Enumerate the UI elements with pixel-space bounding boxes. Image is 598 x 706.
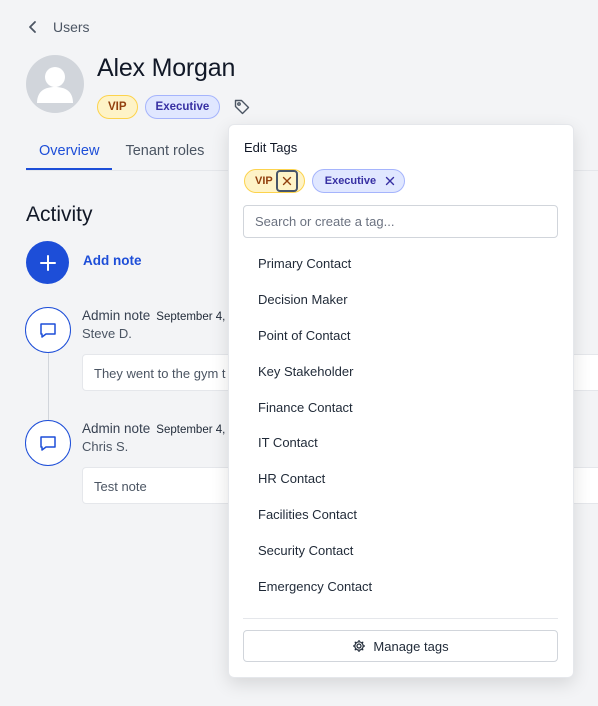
manage-tags-label: Manage tags	[373, 638, 449, 654]
tag-option[interactable]: IT Contact	[243, 425, 558, 461]
plus-icon	[39, 254, 56, 271]
user-silhouette-icon	[37, 67, 73, 103]
back-link[interactable]: Users	[26, 16, 90, 38]
tag-option[interactable]: Primary Contact	[243, 246, 558, 282]
note-header: Admin note September 4,	[82, 421, 225, 436]
note-type: Admin note	[82, 421, 151, 436]
avatar	[26, 55, 84, 113]
tag-options-list: Primary Contact Decision Maker Point of …	[243, 246, 558, 604]
speech-bubble-icon	[40, 323, 56, 338]
timeline-connector	[48, 352, 49, 420]
note-header: Admin note September 4,	[82, 308, 225, 323]
speech-bubble-icon	[40, 436, 56, 451]
tag-option[interactable]: Security Contact	[243, 532, 558, 568]
divider	[243, 618, 558, 619]
tag-option[interactable]: Finance Contact	[243, 389, 558, 425]
note-icon	[25, 420, 71, 466]
tag-chip-executive: Executive	[144, 95, 221, 119]
remove-tag-vip-button[interactable]	[275, 170, 298, 192]
selected-tag-label: VIP	[255, 175, 273, 187]
user-name: Alex Morgan	[97, 54, 236, 82]
note-date: September 4,	[156, 424, 226, 436]
tag-icon[interactable]	[233, 98, 251, 116]
edit-tags-popover: Edit Tags VIP Executive Primary Contact …	[228, 124, 574, 678]
tag-option[interactable]: HR Contact	[243, 461, 558, 497]
tab-overview[interactable]: Overview	[26, 132, 113, 170]
tag-search-input[interactable]	[243, 205, 558, 238]
note-date: September 4,	[156, 311, 226, 323]
activity-title: Activity	[26, 203, 93, 226]
selected-tags: VIP Executive	[244, 169, 406, 193]
selected-tag-label: Executive	[324, 175, 377, 187]
tab-tenant-roles[interactable]: Tenant roles	[112, 132, 217, 170]
note-icon	[25, 307, 71, 353]
selected-tag-executive: Executive	[311, 169, 406, 193]
gear-icon	[353, 640, 366, 652]
tag-chip-vip: VIP	[97, 95, 138, 119]
note-type: Admin note	[82, 308, 151, 323]
tag-option[interactable]: Decision Maker	[243, 282, 558, 318]
tag-option[interactable]: Point of Contact	[243, 318, 558, 354]
user-tags: VIP Executive	[97, 95, 221, 119]
selected-tag-vip: VIP	[244, 169, 305, 193]
tag-option[interactable]: Emergency Contact	[243, 568, 558, 604]
add-note-link[interactable]: Add note	[83, 253, 142, 268]
tag-option[interactable]: Key Stakeholder	[243, 353, 558, 389]
note-author: Steve D.	[82, 326, 132, 341]
edit-tags-title: Edit Tags	[244, 140, 298, 155]
chevron-left-icon	[29, 21, 36, 33]
remove-tag-executive-button[interactable]	[382, 173, 398, 189]
back-link-label: Users	[53, 19, 90, 35]
close-icon	[282, 176, 291, 186]
tag-option[interactable]: Facilities Contact	[243, 497, 558, 533]
manage-tags-button[interactable]: Manage tags	[243, 630, 558, 662]
add-note-button[interactable]	[26, 241, 69, 284]
close-icon	[385, 176, 395, 186]
note-author: Chris S.	[82, 439, 129, 454]
